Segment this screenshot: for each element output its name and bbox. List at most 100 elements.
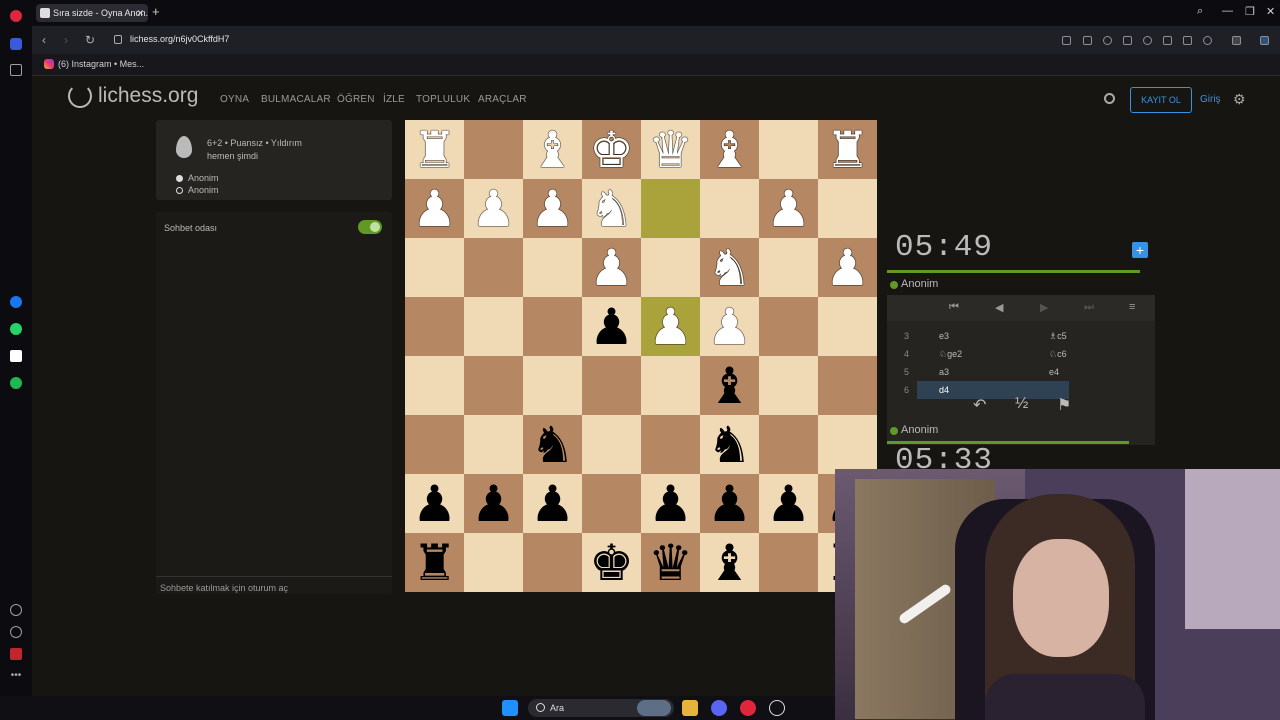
gear-icon[interactable]: ⚙ [1233, 91, 1246, 108]
app-icon[interactable] [769, 700, 785, 716]
url-field[interactable]: lichess.org/n6jv0CkffdH7 [130, 34, 229, 44]
board-square[interactable]: ♛ [641, 533, 700, 592]
add-time-button[interactable]: + [1132, 242, 1148, 258]
profile-icon[interactable] [1203, 36, 1212, 45]
black-piece[interactable]: ♟ [530, 479, 575, 529]
white-piece[interactable]: ♝ [530, 125, 575, 175]
board-square[interactable]: ♟ [700, 297, 759, 356]
white-piece[interactable]: ♚ [589, 125, 634, 175]
board-square[interactable] [523, 356, 582, 415]
move-row[interactable]: 5 a3 e4 [887, 363, 1155, 381]
bookmark-instagram[interactable]: (6) Instagram • Mes... [44, 59, 144, 69]
board-square[interactable]: ♟ [641, 297, 700, 356]
white-piece[interactable]: ♟ [412, 184, 457, 234]
board-square[interactable] [405, 415, 464, 474]
black-piece[interactable]: ♟ [707, 479, 752, 529]
board-square[interactable]: ♝ [700, 533, 759, 592]
black-move[interactable]: ♗c5 [1049, 331, 1067, 342]
extensions-icon[interactable] [1232, 36, 1241, 45]
board-square[interactable] [759, 120, 818, 179]
board-square[interactable]: ♝ [700, 356, 759, 415]
board-square[interactable] [405, 238, 464, 297]
white-move[interactable]: e3 [939, 331, 949, 341]
white-piece[interactable]: ♟ [707, 302, 752, 352]
black-piece[interactable]: ♜ [412, 538, 457, 588]
board-square[interactable]: ♟ [641, 474, 700, 533]
black-piece[interactable]: ♞ [530, 420, 575, 470]
board-square[interactable]: ♟ [464, 179, 523, 238]
resign-button[interactable]: ⚑ [1057, 395, 1071, 415]
white-piece[interactable]: ♝ [707, 125, 752, 175]
offer-draw-button[interactable]: ½ [1015, 395, 1028, 413]
board-square[interactable] [759, 356, 818, 415]
x-twitter-icon[interactable] [10, 350, 22, 362]
menu-icon[interactable] [1183, 36, 1192, 45]
first-move-icon[interactable]: ⏮ [949, 301, 959, 314]
whatsapp-icon[interactable] [10, 323, 22, 335]
board-square[interactable]: ♟ [405, 179, 464, 238]
close-window-icon[interactable]: ✕ [1266, 5, 1275, 18]
board-square[interactable] [818, 415, 877, 474]
black-move[interactable]: e4 [1049, 367, 1059, 377]
maximize-icon[interactable]: ❐ [1245, 5, 1255, 18]
nav-puzzles[interactable]: BULMACALAR [261, 94, 331, 105]
white-piece[interactable]: ♟ [530, 184, 575, 234]
nav-play[interactable]: OYNA [220, 94, 249, 105]
board-square[interactable] [464, 120, 523, 179]
board-square[interactable]: ♞ [523, 415, 582, 474]
board-square[interactable] [759, 415, 818, 474]
black-piece[interactable]: ♝ [707, 361, 752, 411]
prev-move-icon[interactable]: ◀ [995, 301, 1003, 314]
forward-icon[interactable]: › [64, 33, 68, 47]
board-square[interactable] [464, 238, 523, 297]
discord-icon[interactable] [711, 700, 727, 716]
board-square[interactable] [759, 238, 818, 297]
black-piece[interactable]: ♟ [766, 479, 811, 529]
board-square[interactable]: ♟ [523, 474, 582, 533]
board-square[interactable] [641, 238, 700, 297]
board-square[interactable]: ♚ [582, 120, 641, 179]
board-square[interactable]: ♝ [700, 120, 759, 179]
board-square[interactable]: ♟ [523, 179, 582, 238]
play-icon[interactable] [1123, 36, 1132, 45]
board-square[interactable] [523, 533, 582, 592]
heart-icon[interactable] [10, 604, 22, 616]
board-square[interactable]: ♝ [523, 120, 582, 179]
board-square[interactable]: ♞ [700, 415, 759, 474]
white-move[interactable]: ♘ge2 [939, 349, 962, 360]
board-square[interactable] [641, 356, 700, 415]
spotify-icon[interactable] [10, 377, 22, 389]
chess-board[interactable]: ♜♝♚♛♝♜♟♟♟♞♟♟♞♟♟♟♟♝♞♞♟♟♟♟♟♟♟♜♚♛♝♜ [405, 120, 877, 592]
ai-icon[interactable] [1260, 36, 1269, 45]
board-square[interactable]: ♟ [818, 238, 877, 297]
board-square[interactable]: ♜ [405, 120, 464, 179]
signup-button[interactable]: KAYIT OL [1130, 87, 1192, 113]
menu-icon[interactable]: ≡ [1129, 301, 1135, 313]
more-icon[interactable]: ••• [10, 670, 22, 682]
board-square[interactable]: ♜ [405, 533, 464, 592]
widget-icon[interactable] [637, 700, 671, 716]
nav-community[interactable]: TOPLULUK [416, 94, 470, 105]
white-move[interactable]: a3 [939, 367, 949, 377]
board-square[interactable] [641, 179, 700, 238]
black-piece[interactable]: ♞ [707, 420, 752, 470]
edit-icon[interactable] [1062, 36, 1071, 45]
board-square[interactable] [405, 297, 464, 356]
search-icon[interactable] [1104, 93, 1115, 104]
opera-taskbar-icon[interactable] [740, 700, 756, 716]
board-square[interactable]: ♚ [582, 533, 641, 592]
browser-tab[interactable]: Sıra sizde - Oyna Anon. - ✕ [36, 4, 148, 22]
move-row[interactable]: 3 e3 ♗c5 [887, 327, 1155, 345]
board-square[interactable]: ♟ [582, 238, 641, 297]
nav-learn[interactable]: ÖĞREN [337, 94, 375, 105]
board-square[interactable]: ♜ [818, 120, 877, 179]
move-row[interactable]: 4 ♘ge2 ♘c6 [887, 345, 1155, 363]
download-icon[interactable] [1163, 36, 1172, 45]
nav-watch[interactable]: İZLE [383, 94, 405, 105]
board-square[interactable] [523, 297, 582, 356]
black-move[interactable]: ♘c6 [1049, 349, 1067, 360]
chat-toggle[interactable] [358, 220, 382, 234]
nav-tools[interactable]: ARAÇLAR [478, 94, 527, 105]
site-logo[interactable]: lichess.org [68, 84, 198, 108]
messenger-icon[interactable] [10, 296, 22, 308]
